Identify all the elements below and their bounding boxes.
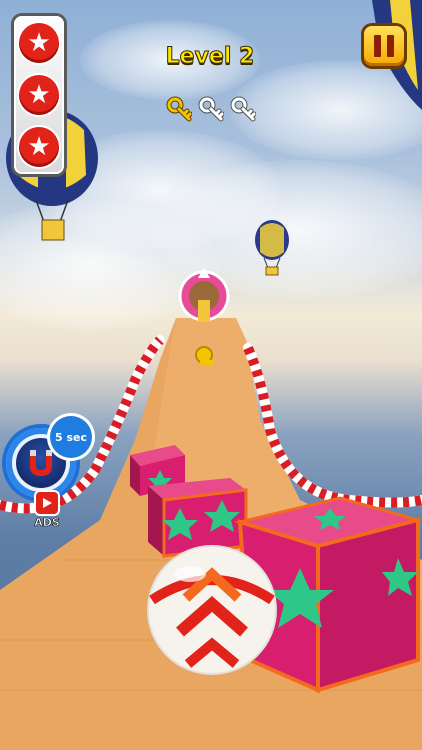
star-icon: ★ (19, 75, 59, 115)
pause-icon (374, 35, 381, 57)
crate-medium (148, 478, 248, 558)
game-scene: ★ ★ ★ Level 2 5 sec ADS (0, 0, 422, 750)
keys-indicator (166, 96, 256, 122)
magnet-powerup-button[interactable]: 5 sec (6, 416, 92, 498)
level-label: Level 2 (165, 44, 255, 70)
pause-icon-bar (387, 35, 394, 57)
key-collected-icon (166, 96, 192, 122)
watch-ad-button[interactable] (36, 492, 58, 514)
play-video-icon (43, 498, 52, 508)
hot-air-balloon-small (255, 220, 289, 276)
star-icon: ★ (19, 127, 59, 167)
player-ball (147, 545, 277, 675)
key-empty-icon (198, 96, 224, 122)
star-icon: ★ (19, 23, 59, 63)
pause-button[interactable] (364, 26, 404, 66)
stars-panel: ★ ★ ★ (14, 16, 64, 174)
ads-label: ADS (34, 516, 60, 530)
key-empty-icon (230, 96, 256, 122)
finish-gate (178, 268, 230, 322)
timer-badge: 5 sec (50, 416, 92, 458)
